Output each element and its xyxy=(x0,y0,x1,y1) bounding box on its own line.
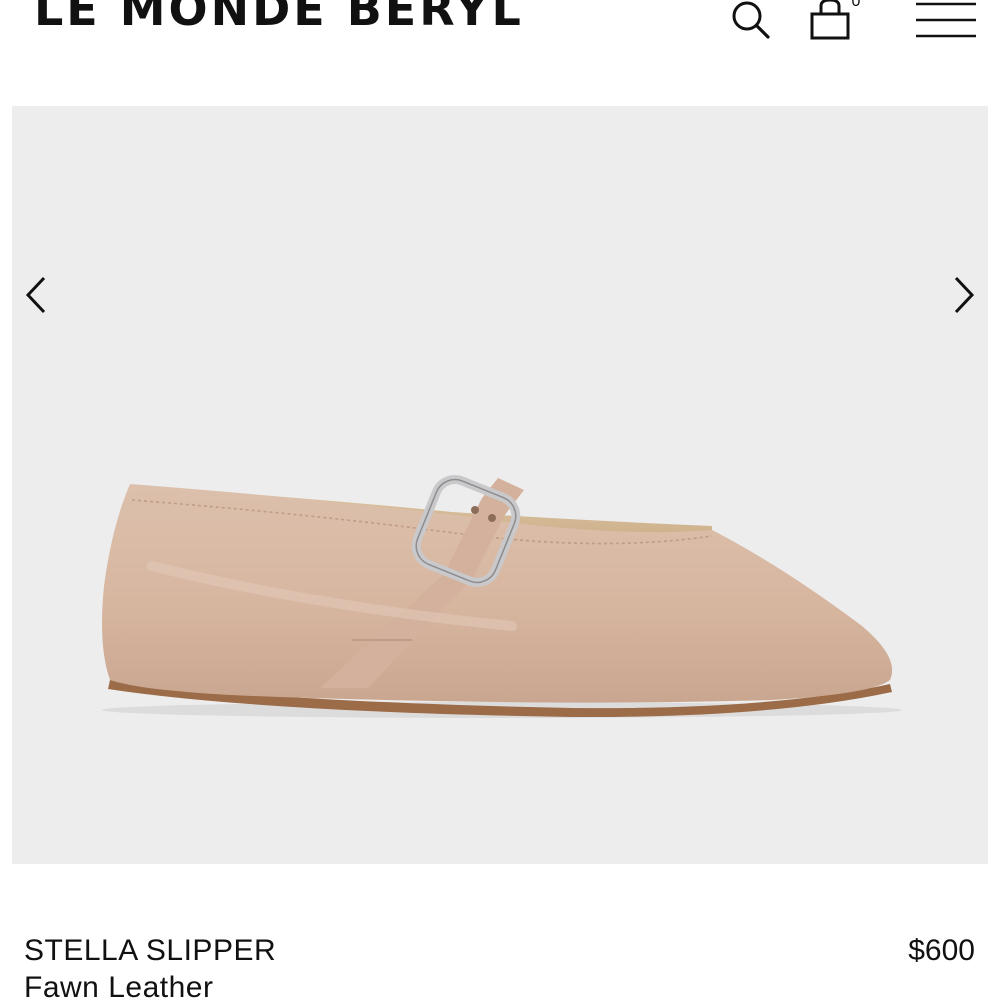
next-image-button[interactable] xyxy=(944,270,984,320)
search-icon xyxy=(732,1,770,39)
product-name[interactable]: STELLA SLIPPER xyxy=(24,934,276,968)
shopping-bag-button[interactable]: 0 xyxy=(806,0,864,42)
menu-button[interactable] xyxy=(914,0,978,40)
shopping-bag-icon: 0 xyxy=(810,0,861,40)
brand-logo[interactable]: LE MONDE BERYL xyxy=(34,0,524,32)
site-header: LE MONDE BERYL 0 xyxy=(0,0,1000,100)
product-image-gallery[interactable] xyxy=(12,106,988,864)
product-image xyxy=(102,475,902,718)
product-price: $600 xyxy=(908,934,975,967)
hamburger-menu-icon xyxy=(916,2,976,38)
search-button[interactable] xyxy=(728,0,774,42)
chevron-left-icon xyxy=(25,276,46,314)
product-info: STELLA SLIPPER Fawn Leather $600 xyxy=(0,880,1000,1000)
chevron-right-icon xyxy=(954,276,975,314)
product-color: Fawn Leather xyxy=(24,971,214,1000)
previous-image-button[interactable] xyxy=(16,270,56,320)
bag-count: 0 xyxy=(852,0,861,10)
